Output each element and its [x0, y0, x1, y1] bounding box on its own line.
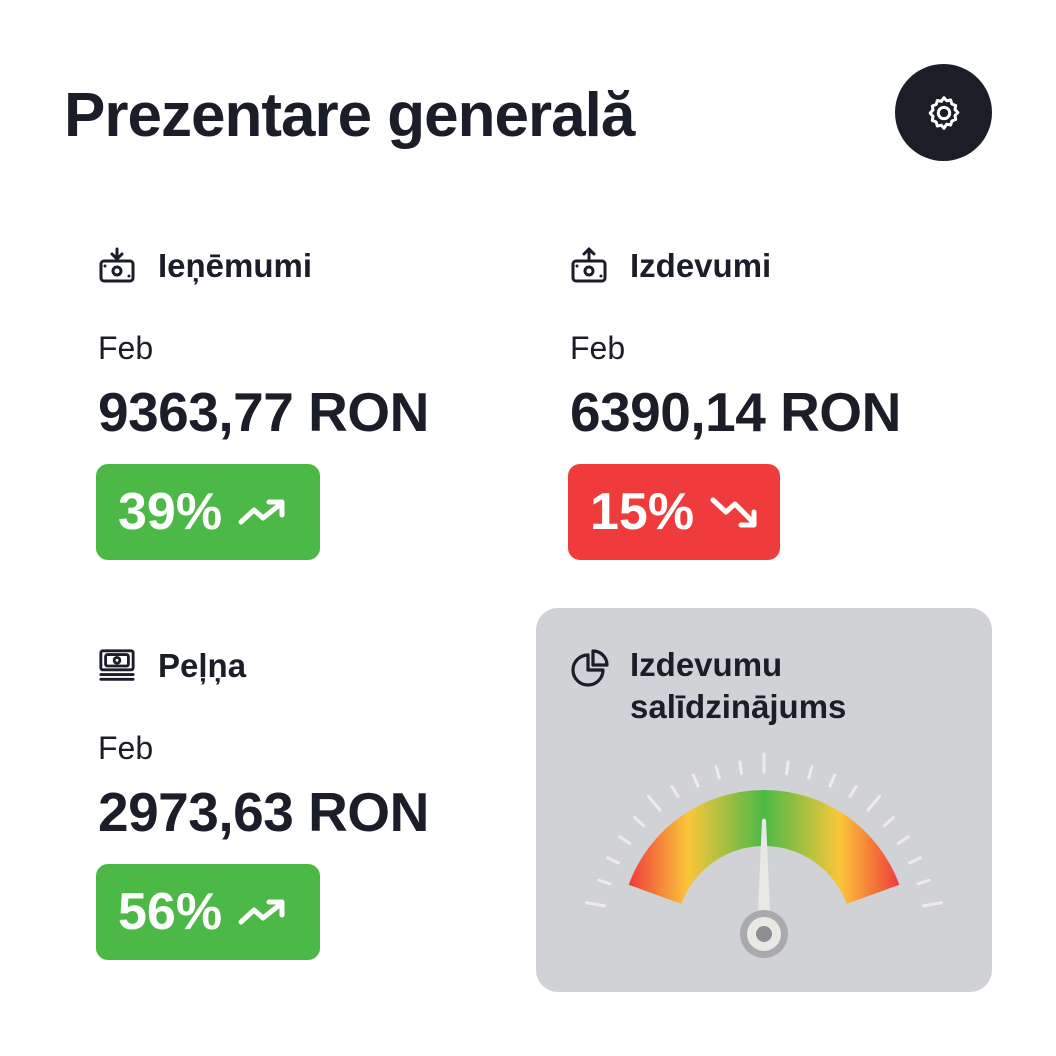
- gauge-tick: [714, 765, 721, 780]
- trending-up-icon: [238, 897, 286, 927]
- gauge-tick: [691, 773, 700, 788]
- gauge-tick: [908, 856, 922, 865]
- expenses-header: Izdevumi: [570, 244, 970, 288]
- gauge-tick: [916, 878, 931, 886]
- expenses-change-value: 15%: [590, 483, 695, 541]
- settings-button[interactable]: [895, 64, 992, 161]
- gauge-tick: [882, 816, 895, 828]
- gauge-tick: [646, 794, 662, 812]
- profit-amount: 2973,63 RON: [98, 781, 429, 843]
- profit-period: Feb: [98, 730, 154, 766]
- gauge-tick: [618, 835, 632, 845]
- gauge-tick: [828, 773, 837, 788]
- expense-gauge: [585, 752, 943, 958]
- profit-header: Peļņa: [98, 644, 498, 688]
- gauge-tick: [866, 794, 882, 812]
- profit-change-value: 56%: [118, 883, 223, 941]
- gauge-tick: [633, 816, 646, 828]
- gauge-tick: [896, 835, 910, 845]
- expenses-card[interactable]: Izdevumi Feb 6390,14 RON 15%: [568, 244, 970, 564]
- gauge-tick: [922, 901, 943, 908]
- gauge-tick: [848, 784, 858, 799]
- gauge-tick: [670, 784, 680, 799]
- income-card[interactable]: Ieņēmumi Feb 9363,77 RON 39%: [96, 244, 498, 564]
- page-title: Prezentare generală: [64, 81, 635, 150]
- profit-title: Peļņa: [158, 647, 247, 684]
- money-out-icon: [570, 247, 608, 285]
- gear-icon: [924, 93, 964, 133]
- cash-stack-icon: [98, 647, 136, 685]
- gauge-tick: [785, 760, 790, 776]
- profit-card[interactable]: Peļņa Feb 2973,63 RON 56%: [96, 644, 498, 964]
- expense-comparison-card[interactable]: Izdevumu salīdzinājums: [536, 608, 992, 992]
- income-period: Feb: [98, 330, 154, 366]
- trending-up-icon: [238, 497, 286, 527]
- expenses-amount: 6390,14 RON: [570, 381, 901, 443]
- gauge-tick: [807, 765, 814, 780]
- gauge-tick: [597, 878, 612, 886]
- expenses-title: Izdevumi: [630, 247, 772, 284]
- income-header: Ieņēmumi: [98, 244, 498, 288]
- income-change-value: 39%: [118, 483, 223, 541]
- trending-down-icon: [710, 495, 758, 529]
- profit-change-badge: 56%: [96, 864, 320, 960]
- gauge-tick: [606, 856, 620, 865]
- expenses-change-badge: 15%: [568, 464, 780, 560]
- income-title: Ieņēmumi: [158, 247, 313, 284]
- gauge-tick: [738, 760, 743, 776]
- money-in-icon: [98, 247, 136, 285]
- gauge-hub-center: [756, 926, 772, 942]
- gauge-tick: [585, 901, 606, 908]
- income-amount: 9363,77 RON: [98, 381, 429, 443]
- expenses-period: Feb: [570, 330, 626, 366]
- income-change-badge: 39%: [96, 464, 320, 560]
